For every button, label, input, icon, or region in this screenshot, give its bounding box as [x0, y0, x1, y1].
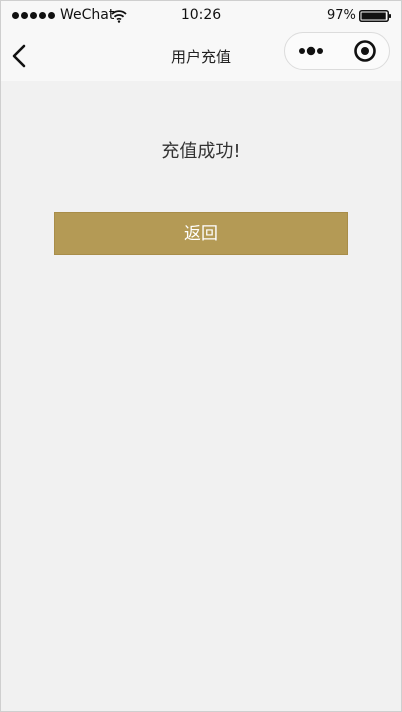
battery-icon — [359, 10, 391, 22]
more-options-icon[interactable] — [285, 33, 338, 69]
mini-program-capsule — [284, 32, 390, 70]
recharge-success-message: 充值成功! — [161, 141, 241, 162]
navigation-bar: 用户充值 — [1, 31, 401, 81]
close-mini-program-icon[interactable] — [338, 33, 390, 69]
battery-percentage: 97% — [327, 8, 356, 23]
return-button[interactable]: 返回 — [54, 212, 348, 255]
battery-fill — [361, 12, 386, 20]
phone-screen: WeChat 10:26 97% 用户充值 充值成功! 返回 — [0, 0, 402, 712]
status-bar: WeChat 10:26 97% — [1, 1, 401, 31]
